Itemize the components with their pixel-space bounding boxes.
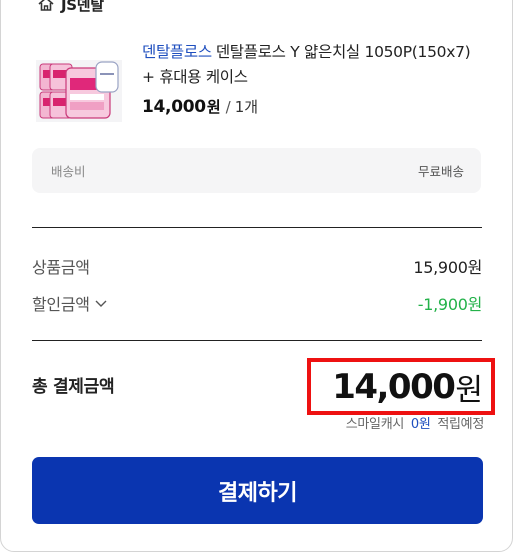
divider <box>32 340 482 341</box>
discount-amount-label: 할인금액 <box>32 295 90 314</box>
product-price: 14,000 <box>142 97 206 117</box>
chevron-down-icon <box>95 300 107 307</box>
smile-cash-note: 스마일캐시 0원 적립예정 <box>345 413 485 432</box>
discount-amount-value: -1,900원 <box>417 295 483 314</box>
shipping-value: 무료배송 <box>417 164 464 179</box>
discount-amount-row: 할인금액 -1,900원 <box>32 291 482 315</box>
total-payment-value: 14,000 <box>332 366 456 407</box>
product-brand-link[interactable]: 덴탈플로스 <box>142 43 212 61</box>
pay-button[interactable]: 결제하기 <box>32 457 483 524</box>
product-quantity: 1개 <box>234 98 259 116</box>
total-payment-label: 총 결제금액 <box>32 377 115 397</box>
product-title[interactable]: 덴탈플로스 덴탈플로스 Y 얇은치실 1050P(150x7) + 휴대용 케이스 <box>142 40 487 90</box>
home-icon <box>38 0 54 11</box>
goods-amount-row: 상품금액 15,900원 <box>32 254 482 278</box>
smile-cash-suffix: 적립예정 <box>437 417 484 432</box>
seller-name: JS덴탈 <box>61 0 104 14</box>
discount-toggle[interactable]: 할인금액 <box>32 291 108 315</box>
smile-cash-amount: 0원 <box>410 417 431 432</box>
shipping-label: 배송비 <box>51 164 86 179</box>
product-price-row: 14,000 원 / 1개 <box>142 96 258 117</box>
goods-amount-label: 상품금액 <box>32 258 90 277</box>
floss-product-image[interactable] <box>36 56 122 124</box>
shipping-fee-box: 배송비 무료배송 <box>32 148 481 193</box>
smile-cash-label: 스마일캐시 <box>345 417 405 432</box>
price-separator: / <box>225 98 231 116</box>
product-price-unit: 원 <box>206 98 221 116</box>
seller-header[interactable]: JS덴탈 <box>37 0 104 14</box>
total-payment-highlight: 14,000 원 <box>307 358 495 415</box>
goods-amount-value: 15,900원 <box>413 258 482 277</box>
total-payment-unit: 원 <box>455 372 483 408</box>
divider <box>32 227 482 228</box>
